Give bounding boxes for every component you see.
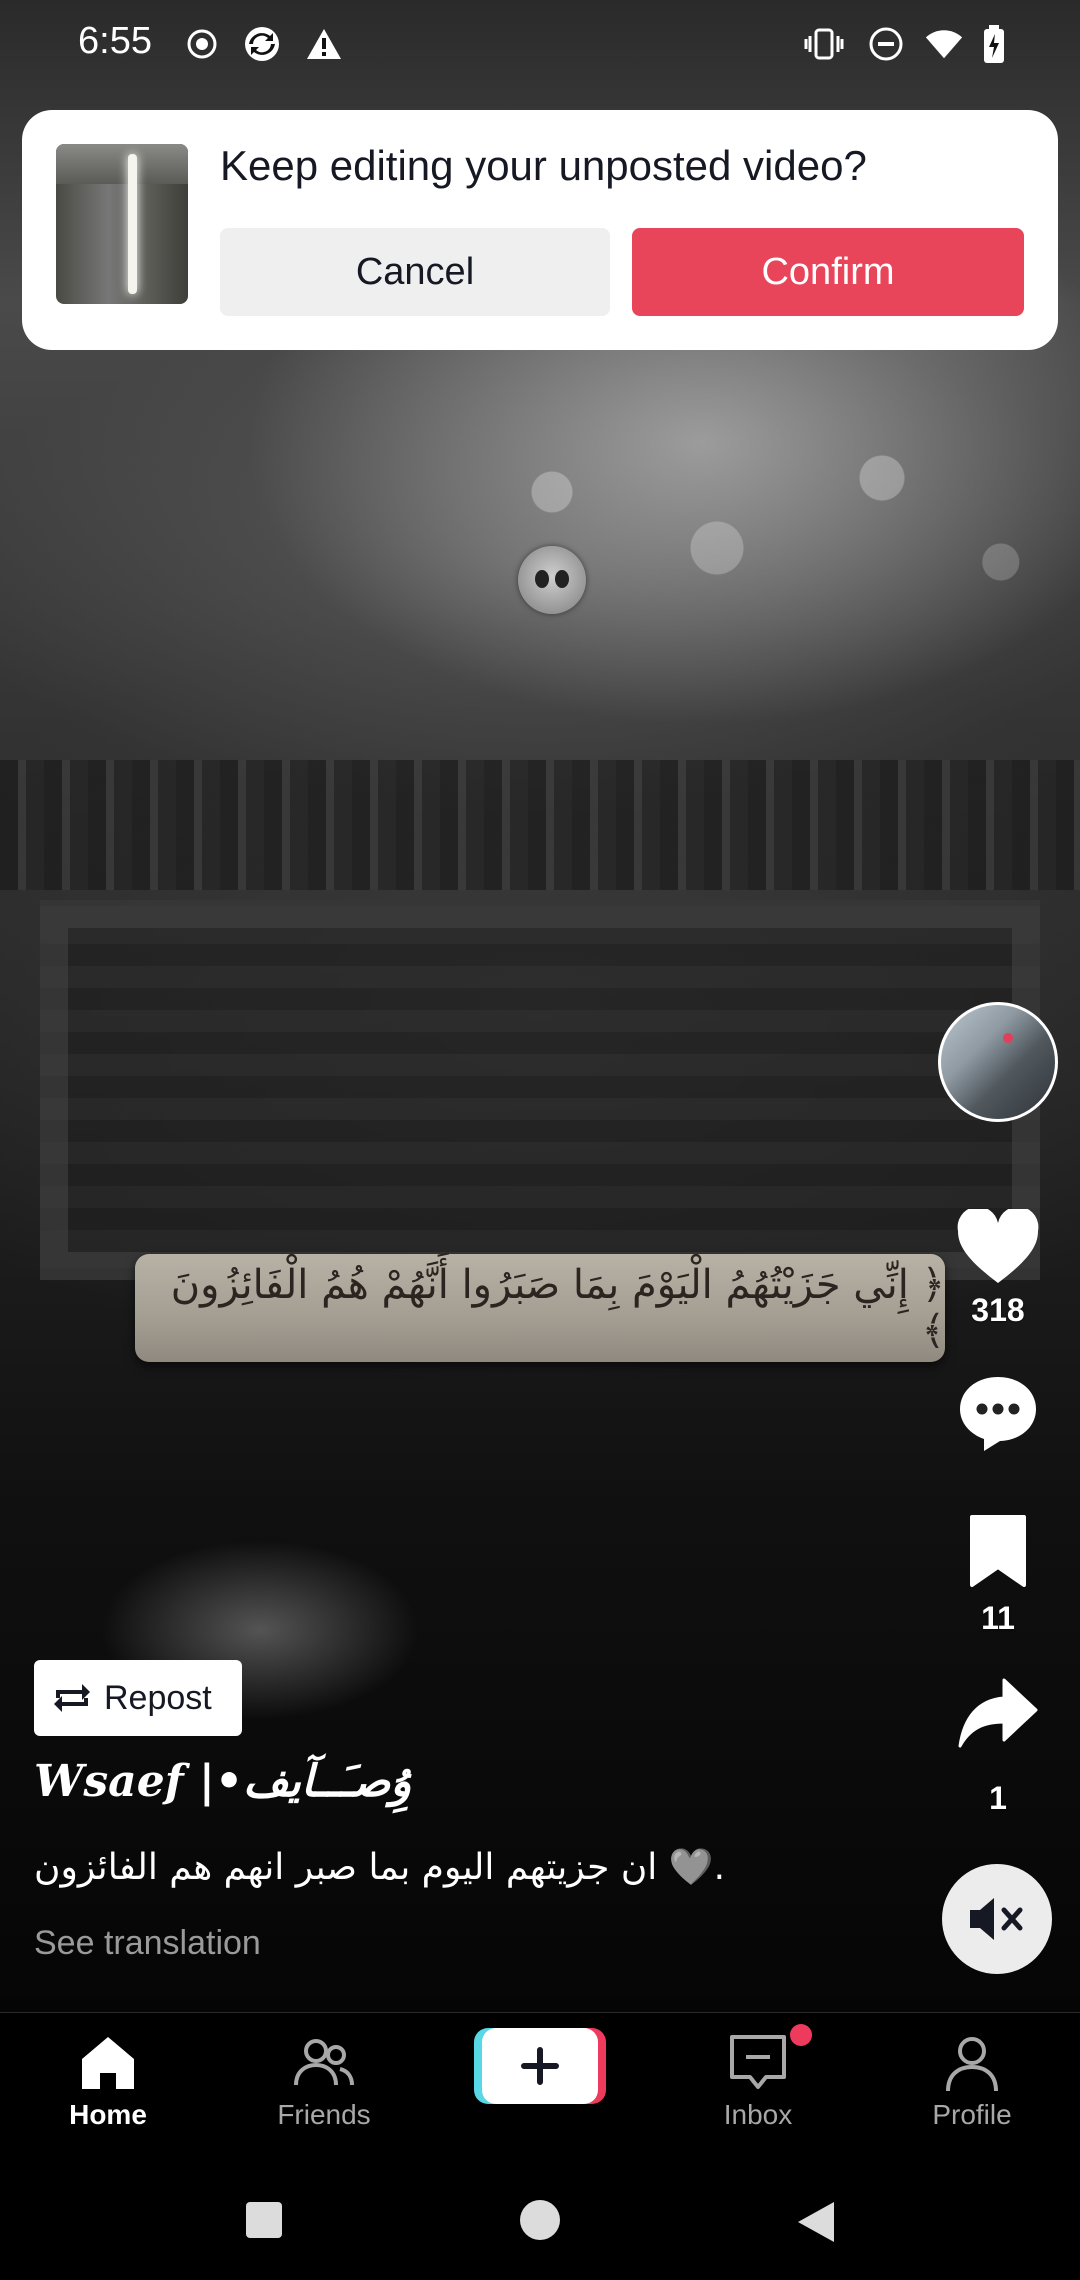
inbox-notification-dot <box>790 2024 812 2046</box>
draft-thumbnail[interactable] <box>56 144 188 304</box>
nav-profile-label: Profile <box>932 2099 1012 2130</box>
unmute-button[interactable] <box>942 1864 1052 1974</box>
repost-icon <box>54 1684 90 1712</box>
unposted-video-dialog: Keep editing your unposted video? Cancel… <box>22 110 1058 350</box>
system-navigation-bar <box>0 2164 1080 2280</box>
verse-banner: ﴿ إِنِّي جَزَيْتُهُمُ الْيَوْمَ بِمَا صَ… <box>135 1254 945 1362</box>
nav-home-label: Home <box>69 2099 147 2130</box>
repost-label: Repost <box>104 1678 212 1717</box>
see-translation-link[interactable]: See translation <box>34 1924 261 1963</box>
nav-inbox[interactable]: Inbox <box>678 2031 838 2151</box>
video-ornament-panel <box>40 900 1040 1280</box>
video-ornament-band <box>0 760 1080 890</box>
bookmark-count: 11 <box>981 1600 1015 1636</box>
battery-charging-icon <box>974 24 1014 64</box>
warning-icon <box>304 24 344 64</box>
repost-button[interactable]: Repost <box>34 1660 242 1736</box>
like-icon[interactable] <box>950 1204 1046 1290</box>
dialog-title: Keep editing your unposted video? <box>220 142 867 189</box>
wifi-icon <box>924 24 964 64</box>
record-icon <box>182 24 222 64</box>
sync-icon <box>242 24 282 64</box>
status-time: 6:55 <box>78 20 152 62</box>
nav-home[interactable]: Home <box>28 2031 188 2151</box>
like-count: 318 <box>971 1292 1025 1328</box>
home-system-button[interactable] <box>518 2198 562 2247</box>
back-button[interactable] <box>794 2198 838 2251</box>
inbox-icon <box>730 2035 786 2089</box>
create-button[interactable] <box>482 2028 598 2104</box>
square-icon <box>246 2202 282 2238</box>
nav-inbox-label: Inbox <box>723 2099 793 2130</box>
plus-icon <box>521 2047 559 2085</box>
vibrate-icon <box>804 24 844 64</box>
confirm-button[interactable]: Confirm <box>632 228 1024 316</box>
video-caption[interactable]: ان جزيتهم اليوم بما صبر انهم هم الفائزون… <box>34 1846 725 1888</box>
share-icon[interactable] <box>950 1670 1046 1756</box>
nav-friends[interactable]: Friends <box>244 2031 404 2151</box>
video-lace-detail <box>420 380 1080 660</box>
recents-button[interactable] <box>242 2198 286 2247</box>
nav-friends-label: Friends <box>277 2099 371 2130</box>
dnd-icon <box>866 24 906 64</box>
comment-icon[interactable] <box>950 1370 1046 1456</box>
cancel-button[interactable]: Cancel <box>220 228 610 316</box>
muted-speaker-icon <box>970 1898 1023 1940</box>
pleading-face-sticker <box>518 546 586 614</box>
creator-username[interactable]: Wsaef |•ۇِصـَــآيف <box>34 1756 412 1807</box>
creator-avatar[interactable] <box>938 1002 1058 1122</box>
nav-profile[interactable]: Profile <box>892 2031 1052 2151</box>
back-triangle-icon <box>798 2202 834 2242</box>
circle-icon <box>520 2200 560 2240</box>
bookmark-icon[interactable] <box>950 1508 1046 1594</box>
home-icon <box>82 2037 134 2089</box>
friends-icon <box>294 2039 354 2086</box>
profile-icon <box>946 2037 998 2092</box>
share-count: 1 <box>989 1780 1007 1816</box>
status-bar: 6:55 <box>0 0 1080 90</box>
